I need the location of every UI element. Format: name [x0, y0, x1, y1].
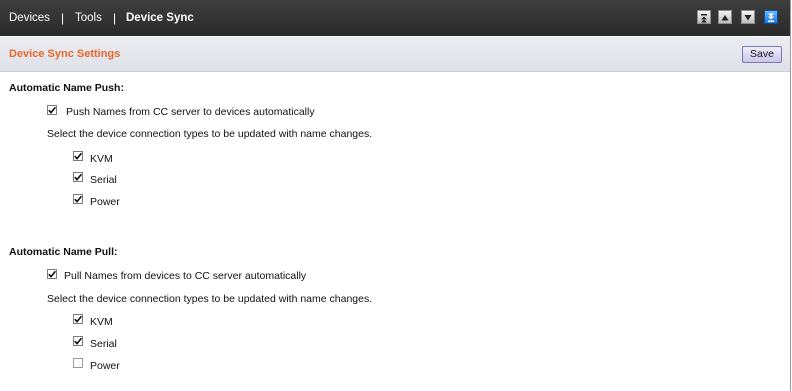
breadcrumb-tools[interactable]: Tools — [75, 12, 102, 24]
pull-names-checkbox[interactable] — [47, 269, 57, 279]
checkmark-icon — [48, 270, 57, 278]
push-heading: Automatic Name Push: — [9, 82, 124, 94]
breadcrumb-separator: | — [113, 11, 117, 25]
pull-instruction: Select the device connection types to be… — [47, 293, 373, 305]
checkmark-icon — [74, 152, 83, 160]
scroll-up-icon — [721, 15, 729, 21]
pull-heading: Automatic Name Pull: — [9, 246, 118, 258]
scroll-down-button[interactable] — [741, 10, 755, 24]
push-kvm-label: KVM — [90, 153, 113, 165]
top-nav-bar: Devices | Tools | Device Sync — [0, 0, 790, 36]
push-instruction: Select the device connection types to be… — [47, 128, 373, 140]
checkmark-icon — [48, 106, 57, 114]
scroll-up-button[interactable] — [718, 10, 732, 24]
breadcrumb-devices[interactable]: Devices — [9, 12, 50, 24]
checkmark-icon — [74, 337, 83, 345]
breadcrumb-separator: | — [61, 11, 65, 25]
checkmark-icon — [74, 195, 83, 203]
save-button[interactable]: Save — [742, 46, 782, 63]
scroll-to-top-button[interactable] — [697, 10, 711, 24]
checkmark-icon — [74, 315, 83, 323]
pull-power-label: Power — [90, 360, 120, 372]
pull-serial-label: Serial — [90, 338, 117, 350]
checkmark-icon — [74, 173, 83, 181]
pull-names-label: Pull Names from devices to CC server aut… — [64, 270, 307, 282]
push-names-label: Push Names from CC server to devices aut… — [66, 106, 315, 118]
push-power-label: Power — [90, 196, 120, 208]
push-power-checkbox[interactable] — [73, 194, 83, 204]
pull-serial-checkbox[interactable] — [73, 336, 83, 346]
scroll-to-top-icon — [701, 14, 707, 23]
page-title: Device Sync Settings — [9, 48, 121, 60]
breadcrumb-current: Device Sync — [126, 12, 194, 24]
section-header: Device Sync Settings — [0, 37, 790, 72]
scroll-to-bottom-button[interactable] — [764, 10, 778, 24]
push-serial-checkbox[interactable] — [73, 172, 83, 182]
pull-kvm-checkbox[interactable] — [73, 314, 83, 324]
push-names-checkbox[interactable] — [47, 105, 57, 115]
push-serial-label: Serial — [90, 174, 117, 186]
push-kvm-checkbox[interactable] — [73, 151, 83, 161]
pull-kvm-label: KVM — [90, 316, 113, 328]
scroll-to-bottom-icon — [768, 13, 774, 22]
scroll-down-icon — [744, 15, 752, 21]
pull-power-checkbox[interactable] — [73, 358, 83, 368]
